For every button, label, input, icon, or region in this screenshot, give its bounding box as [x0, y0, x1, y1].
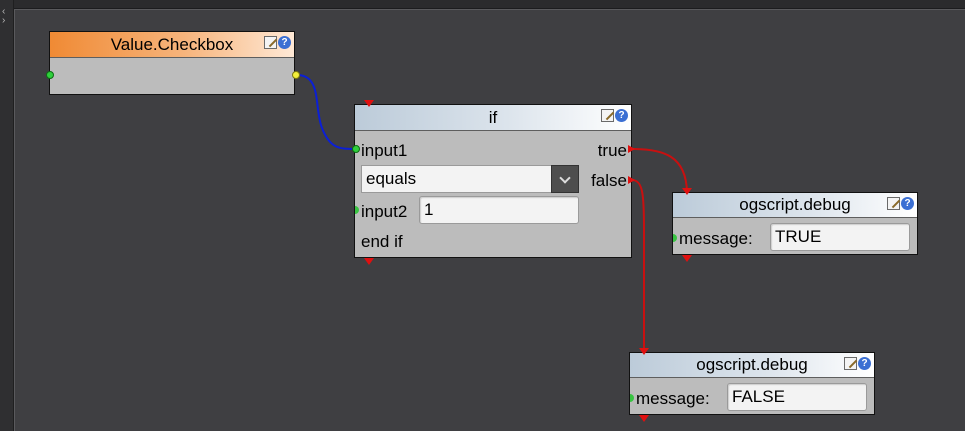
checkbox-flow-in-port[interactable] [46, 71, 54, 79]
checkbox-node-title-text: Value.Checkbox [110, 35, 234, 54]
window-left-frame [0, 0, 14, 431]
debug-false-node-title[interactable]: ogscript.debug ? [630, 353, 874, 378]
if-false-label: false [591, 171, 627, 190]
debug-true-node-tools: ? [887, 197, 914, 213]
debug-true-node[interactable]: ogscript.debug ? message: TRUE [672, 192, 918, 255]
debug-true-node-title[interactable]: ogscript.debug ? [673, 193, 917, 218]
debug-false-flow-out-port[interactable] [639, 415, 649, 422]
if-input1-port[interactable] [352, 145, 360, 153]
if-operator-value: equals [366, 169, 417, 188]
help-icon[interactable]: ? [901, 197, 914, 210]
if-true-out-port[interactable] [628, 145, 635, 153]
checkbox-node-tools: ? [264, 36, 291, 52]
checkbox-node-title[interactable]: Value.Checkbox ? [50, 32, 294, 58]
checkbox-node[interactable]: Value.Checkbox ? [49, 31, 295, 95]
debug-false-node[interactable]: ogscript.debug ? message: FALSE [629, 352, 875, 415]
debug-false-node-title-text: ogscript.debug [696, 355, 808, 374]
edit-icon[interactable] [601, 109, 614, 122]
help-icon[interactable]: ? [615, 109, 628, 122]
debug-true-flow-out-port[interactable] [682, 255, 692, 262]
debug-true-message-label: message: [679, 229, 753, 248]
debug-false-flow-in-port[interactable] [639, 348, 649, 355]
if-input1-label: input1 [361, 141, 408, 160]
if-node-tools: ? [601, 109, 628, 125]
if-flow-out-port[interactable] [364, 258, 374, 265]
if-operator-select[interactable]: equals [361, 165, 579, 193]
edit-icon[interactable] [887, 197, 900, 210]
if-false-out-port[interactable] [628, 176, 635, 184]
debug-true-flow-in-port[interactable] [682, 188, 692, 195]
if-input2-field[interactable]: 1 [419, 196, 579, 224]
debug-true-node-title-text: ogscript.debug [739, 195, 851, 214]
edit-icon[interactable] [264, 36, 277, 49]
if-node[interactable]: if ? input1 true equals false input2 1 e… [354, 104, 632, 258]
help-icon[interactable]: ? [858, 357, 871, 370]
debug-true-message-field[interactable]: TRUE [770, 223, 910, 251]
edit-icon[interactable] [844, 357, 857, 370]
window-top-frame [0, 0, 965, 9]
debug-false-node-tools: ? [844, 357, 871, 373]
debug-false-message-field[interactable]: FALSE [727, 383, 867, 411]
checkbox-value-out-port[interactable] [292, 71, 300, 79]
help-icon[interactable]: ? [278, 36, 291, 49]
if-true-label: true [597, 141, 627, 160]
collapse-icon[interactable]: ‹ › [2, 7, 11, 27]
if-flow-in-port[interactable] [364, 100, 374, 107]
debug-false-message-label: message: [636, 389, 710, 408]
if-end-label: end if [361, 232, 403, 251]
if-node-title-text: if [488, 108, 498, 127]
chevron-down-icon[interactable] [551, 165, 579, 193]
if-input2-label: input2 [361, 202, 408, 221]
if-node-title[interactable]: if ? [355, 105, 631, 131]
